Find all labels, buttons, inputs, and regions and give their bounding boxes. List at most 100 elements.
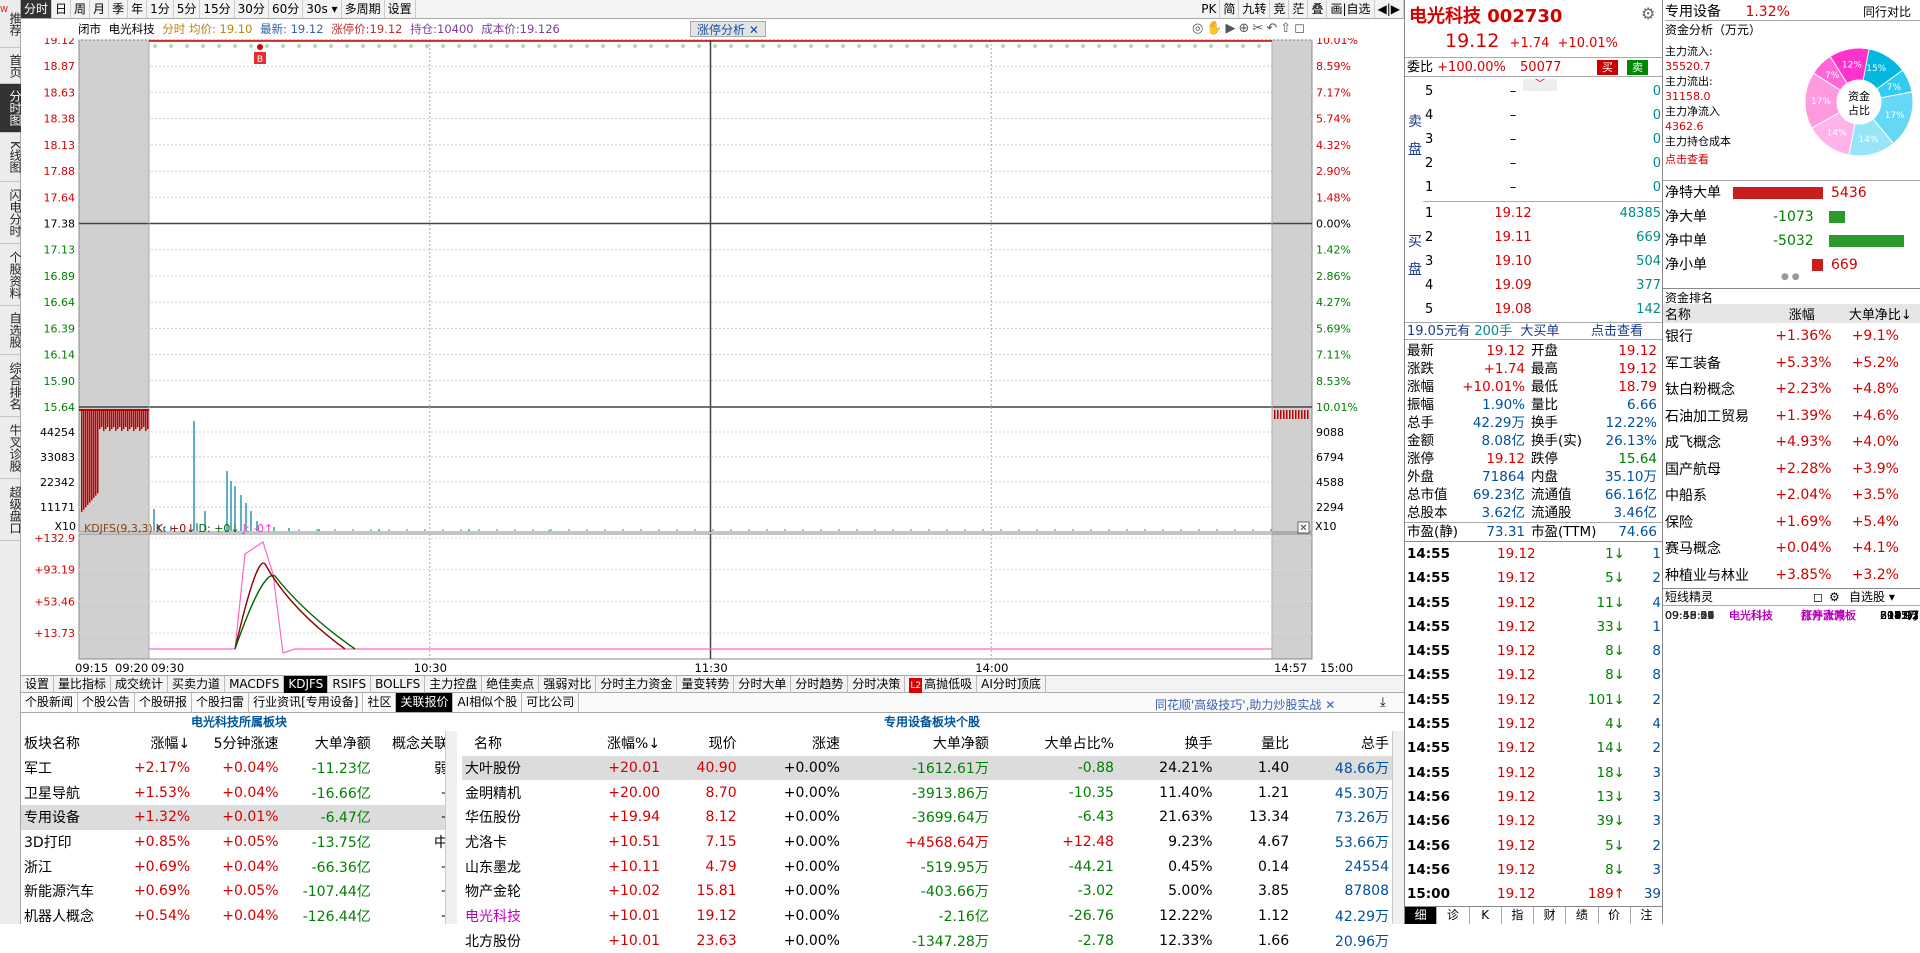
- quote-tab[interactable]: 诊: [1437, 907, 1469, 924]
- indicator-tab[interactable]: 量比指标: [54, 676, 111, 693]
- sell-level-row[interactable]: 5–0: [1423, 79, 1663, 103]
- table-row[interactable]: 3D打印+0.85%+0.05%-13.75亿中: [21, 830, 451, 855]
- download-icon[interactable]: ⤓: [1380, 695, 1386, 710]
- column-header[interactable]: 涨幅%↓: [565, 731, 663, 756]
- sprite-select[interactable]: 自选股 ▾: [1849, 589, 1895, 606]
- info-tab[interactable]: 个股扫雷: [192, 693, 249, 712]
- flow-link[interactable]: 点击查看: [1665, 151, 1709, 167]
- period-tab[interactable]: 30分: [235, 0, 269, 18]
- toolbar-tool[interactable]: 竞: [1270, 0, 1289, 18]
- pager-dots[interactable]: ● ●: [1781, 272, 1800, 282]
- bigorder-link[interactable]: 点击查看: [1591, 323, 1643, 340]
- toolbar-tool[interactable]: ◀|▶: [1375, 0, 1405, 18]
- left-nav-item[interactable]: 牛叉诊股: [0, 417, 21, 479]
- table-row[interactable]: 军工装备+5.33%+5.2%: [1663, 350, 1920, 377]
- square-icon[interactable]: ◻: [1813, 589, 1823, 606]
- table-row[interactable]: 大叶股份+20.0140.90+0.00%-1612.61万-0.8824.21…: [462, 756, 1392, 781]
- sell-button[interactable]: 卖: [1627, 60, 1648, 75]
- table-row[interactable]: 钛白粉概念+2.23%+4.8%: [1663, 376, 1920, 403]
- table-row[interactable]: 电光科技+10.0119.12+0.00%-2.16亿-26.7612.22%1…: [462, 904, 1392, 929]
- buy-level-row[interactable]: 519.08142: [1423, 298, 1663, 322]
- period-tab[interactable]: 月: [90, 0, 109, 18]
- table-row[interactable]: 银行+1.36%+9.1%: [1663, 323, 1920, 350]
- quote-tab[interactable]: 细: [1405, 907, 1437, 924]
- period-tab[interactable]: 周: [71, 0, 90, 18]
- sell-level-row[interactable]: 3–0: [1423, 127, 1663, 151]
- table-row[interactable]: 物产金轮+10.0215.81+0.00%-403.66万-3.025.00%3…: [462, 879, 1392, 904]
- buy-button[interactable]: 买: [1597, 60, 1618, 75]
- left-nav-item[interactable]: 闪电分时: [0, 182, 21, 244]
- period-tab[interactable]: 5分: [174, 0, 201, 18]
- table-row[interactable]: 国产航母+2.28%+3.9%: [1663, 456, 1920, 483]
- toolbar-tool[interactable]: 简: [1220, 0, 1239, 18]
- info-tab[interactable]: 个股研报: [135, 693, 192, 712]
- table-row[interactable]: 金明精机+20.008.70+0.00%-3913.86万-10.3511.40…: [462, 780, 1392, 805]
- toolbar-tool[interactable]: 茫: [1289, 0, 1308, 18]
- table-row[interactable]: 军工+2.17%+0.04%-11.23亿弱: [21, 756, 451, 781]
- table-row[interactable]: 成飞概念+4.93%+4.0%: [1663, 429, 1920, 456]
- column-header[interactable]: 涨速: [740, 731, 843, 756]
- table-row[interactable]: 石油加工贸易+1.39%+4.6%: [1663, 403, 1920, 430]
- left-nav-item[interactable]: 分时图: [0, 84, 21, 133]
- sector-scrollbar[interactable]: [445, 731, 457, 924]
- column-header[interactable]: 名称: [462, 731, 565, 756]
- column-header[interactable]: 现价: [663, 731, 740, 756]
- quote-tab[interactable]: 绩: [1566, 907, 1598, 924]
- column-header[interactable]: 大单净额: [843, 731, 992, 756]
- table-row[interactable]: 专用设备+1.32%+0.01%-6.47亿–: [21, 805, 451, 830]
- info-tab[interactable]: 关联报价: [396, 693, 453, 712]
- gear-icon[interactable]: ⚙: [1641, 4, 1655, 23]
- left-nav-item[interactable]: 自选股: [0, 306, 21, 355]
- sprite-row[interactable]: 09:56:39电光科技涨停大减2187万: [1663, 608, 1920, 624]
- info-tab[interactable]: 行业资讯[专用设备]: [249, 693, 363, 712]
- gear-icon[interactable]: ⚙: [1829, 589, 1840, 606]
- period-tab[interactable]: 多周期: [342, 0, 385, 18]
- toolbar-tool[interactable]: 叠: [1308, 0, 1327, 18]
- table-row[interactable]: 浙江+0.69%+0.04%-66.36亿–: [21, 854, 451, 879]
- intraday-chart[interactable]: 19.1210.01%18.878.59%18.637.17%18.385.74…: [21, 38, 1404, 675]
- column-header[interactable]: 换手: [1117, 731, 1216, 756]
- buy-level-row[interactable]: 219.11669: [1423, 226, 1663, 250]
- table-row[interactable]: 中船系+2.04%+3.5%: [1663, 482, 1920, 509]
- indicator-tab[interactable]: 分时趋势: [791, 676, 848, 693]
- indicator-tab[interactable]: 强弱对比: [539, 676, 596, 693]
- period-tab[interactable]: 30s ▾: [303, 0, 341, 18]
- info-tab[interactable]: 个股公告: [78, 693, 135, 712]
- indicator-tab[interactable]: 分时大单: [734, 676, 791, 693]
- column-header[interactable]: 5分钟涨速: [193, 731, 281, 756]
- table-row[interactable]: 机器人概念+0.54%+0.04%-126.44亿–: [21, 904, 451, 929]
- toolbar-tool[interactable]: 画|自选: [1327, 0, 1374, 18]
- indicator-tab[interactable]: MACDFS: [225, 676, 284, 693]
- table-row[interactable]: 北方股份+10.0123.63+0.00%-1347.28万-2.7812.33…: [462, 929, 1392, 953]
- period-tab[interactable]: 季: [109, 0, 128, 18]
- column-header[interactable]: 总手: [1292, 731, 1392, 756]
- left-nav-item[interactable]: 推荐NEW: [0, 0, 21, 48]
- info-tab[interactable]: 社区: [363, 693, 396, 712]
- table-row[interactable]: 保险+1.69%+5.4%: [1663, 509, 1920, 536]
- toolbar-tool[interactable]: PK: [1198, 0, 1220, 18]
- column-header[interactable]: 量比: [1216, 731, 1293, 756]
- indicator-tab[interactable]: 分时主力资金: [596, 676, 677, 693]
- peer-compare-link[interactable]: 同行对比: [1863, 3, 1911, 20]
- indicator-tab[interactable]: 分时决策: [848, 676, 905, 693]
- indicator-tab[interactable]: 绝佳卖点: [482, 676, 539, 693]
- limit-analysis-button[interactable]: 涨停分析 ✕: [690, 21, 766, 37]
- table-row[interactable]: 尤洛卡+10.517.15+0.00%+4568.64万+12.489.23%4…: [462, 830, 1392, 855]
- slogan-link[interactable]: 同花顺'高级技巧',助力炒股实战 ✕: [1155, 696, 1335, 713]
- period-tab[interactable]: 60分: [269, 0, 303, 18]
- left-nav-item[interactable]: 个股资料: [0, 244, 21, 306]
- info-tab[interactable]: AI相似个股: [453, 693, 522, 712]
- left-nav-item[interactable]: K线图: [0, 133, 21, 182]
- period-tab[interactable]: 15分: [200, 0, 234, 18]
- table-row[interactable]: 种植业与林业+3.85%+3.2%: [1663, 562, 1920, 589]
- chart-tool-icons[interactable]: ◎✋▶⊕✂↶⇧◻: [1192, 21, 1308, 36]
- indicator-tab[interactable]: L2高抛低吸: [905, 676, 977, 693]
- period-tab[interactable]: 分时: [21, 0, 52, 18]
- table-row[interactable]: 卫星导航+1.53%+0.04%-16.66亿–: [21, 780, 451, 805]
- buy-level-row[interactable]: 119.1248385: [1423, 202, 1663, 226]
- indicator-tab[interactable]: 主力控盘: [425, 676, 482, 693]
- left-nav-item[interactable]: 综合排名: [0, 355, 21, 417]
- quote-tab[interactable]: 价: [1599, 907, 1631, 924]
- indicator-tab[interactable]: 成交统计: [111, 676, 168, 693]
- indicator-tab[interactable]: 量变转势: [677, 676, 734, 693]
